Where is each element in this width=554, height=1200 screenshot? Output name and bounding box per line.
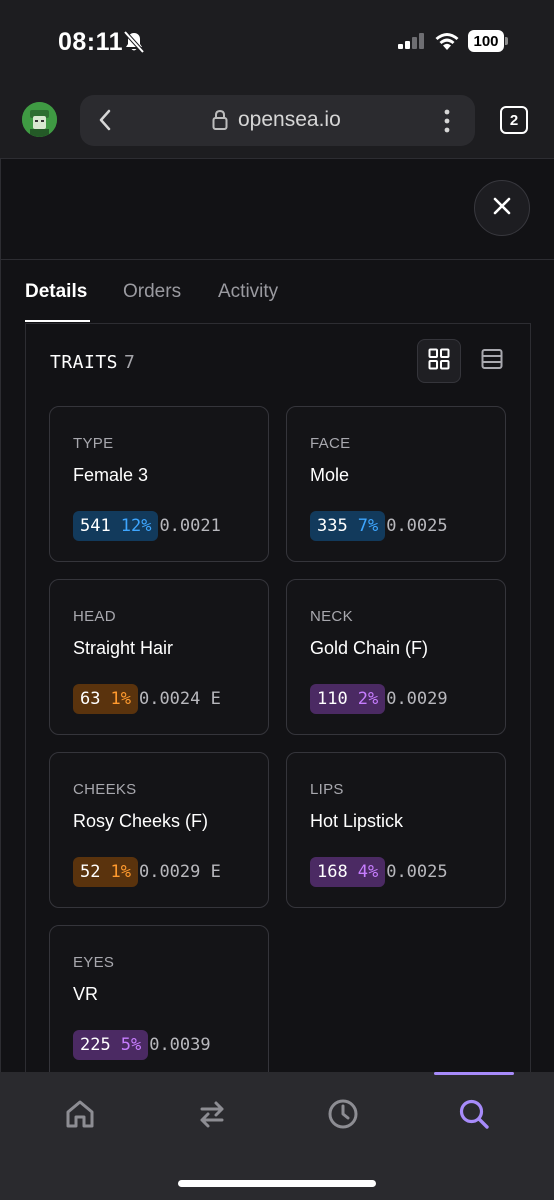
trait-card-neck[interactable]: NECK Gold Chain (F) 110 2% 0.0029 [286, 579, 506, 735]
search-icon [457, 1097, 491, 1136]
grid-icon [428, 348, 450, 375]
trait-card-eyes[interactable]: EYES VR 225 5% 0.0039 [49, 925, 269, 1072]
home-icon [63, 1097, 97, 1136]
trait-floor-price: 0.0025 [386, 862, 448, 882]
trait-percent: 4% [357, 862, 379, 882]
avatar[interactable] [22, 102, 57, 137]
trait-type-label: FACE [310, 435, 351, 452]
trait-stats: 225 5% 0.0039 [73, 1030, 211, 1060]
tab-orders[interactable]: Orders [123, 281, 181, 303]
grid-view-button[interactable] [417, 339, 461, 383]
trait-card-type[interactable]: TYPE Female 3 541 12% 0.0021 [49, 406, 269, 562]
home-indicator [178, 1180, 376, 1187]
trait-card-cheeks[interactable]: CHEEKS Rosy Cheeks (F) 52 1% 0.0029 E [49, 752, 269, 908]
wifi-icon [434, 31, 460, 56]
nav-history[interactable] [313, 1094, 373, 1138]
battery-icon: 100 [468, 30, 508, 52]
trait-type-label: EYES [73, 954, 115, 971]
nav-swap[interactable] [182, 1094, 242, 1138]
trait-count: 225 [80, 1035, 111, 1055]
list-icon [481, 348, 503, 375]
trait-count: 541 [80, 516, 111, 536]
browser-bar: opensea.io 2 [0, 86, 554, 158]
tab-activity[interactable]: Activity [218, 281, 278, 303]
close-button[interactable] [474, 180, 530, 236]
trait-value: Straight Hair [73, 638, 174, 658]
trait-percent: 2% [357, 689, 379, 709]
trait-floor-price: 0.0029 E [138, 862, 221, 882]
trait-rarity-badge: 168 4% [310, 857, 386, 887]
trait-floor-price: 0.0029 [386, 689, 448, 709]
nav-active-indicator [434, 1072, 514, 1075]
trait-floor-price: 0.0021 [159, 516, 221, 536]
trait-rarity-badge: 225 5% [73, 1030, 149, 1060]
address-bar[interactable]: opensea.io [80, 95, 475, 146]
trait-value: Rosy Cheeks (F) [73, 811, 209, 831]
tab-active-indicator [25, 320, 90, 322]
trait-type-label: NECK [310, 608, 353, 625]
trait-stats: 63 1% 0.0024 E [73, 684, 221, 714]
trait-stats: 541 12% 0.0021 [73, 511, 221, 541]
nav-search[interactable] [444, 1094, 504, 1138]
trait-type-label: LIPS [310, 781, 344, 798]
trait-card-lips[interactable]: LIPS Hot Lipstick 168 4% 0.0025 [286, 752, 506, 908]
trait-value: Gold Chain (F) [310, 638, 429, 658]
trait-percent: 1% [110, 689, 131, 709]
trait-count: 52 [80, 862, 101, 882]
trait-floor-price: 0.0024 E [138, 689, 221, 709]
trait-value: Hot Lipstick [310, 811, 404, 831]
trait-card-head[interactable]: HEAD Straight Hair 63 1% 0.0024 E [49, 579, 269, 735]
trait-type-label: TYPE [73, 435, 114, 452]
trait-rarity-badge: 52 1% [73, 857, 138, 887]
back-icon[interactable] [96, 108, 114, 137]
trait-value: VR [73, 984, 99, 1004]
lock-icon [211, 109, 229, 136]
nav-home[interactable] [50, 1094, 110, 1138]
trait-floor-price: 0.0025 [386, 516, 448, 536]
trait-stats: 110 2% 0.0029 [310, 684, 448, 714]
trait-count: 168 [317, 862, 348, 882]
trait-type-label: HEAD [73, 608, 116, 625]
traits-heading: TRAITS 7 [50, 352, 135, 373]
tab-switcher-button[interactable]: 2 [500, 106, 528, 134]
close-icon [492, 196, 512, 221]
trait-percent: 5% [120, 1035, 142, 1055]
bottom-nav [0, 1072, 554, 1200]
trait-percent: 1% [110, 862, 131, 882]
bell-muted-icon [123, 30, 145, 58]
trait-rarity-badge: 110 2% [310, 684, 386, 714]
trait-rarity-badge: 63 1% [73, 684, 138, 714]
trait-stats: 52 1% 0.0029 E [73, 857, 221, 887]
trait-count: 110 [317, 689, 348, 709]
history-icon [326, 1097, 360, 1136]
trait-percent: 12% [120, 516, 152, 536]
trait-stats: 168 4% 0.0025 [310, 857, 448, 887]
trait-count: 335 [317, 516, 348, 536]
trait-rarity-badge: 541 12% [73, 511, 159, 541]
status-bar: 08:11 100 [0, 0, 554, 86]
url-text: opensea.io [238, 108, 341, 131]
swap-icon [195, 1097, 229, 1136]
battery-level: 100 [468, 30, 504, 52]
trait-value: Female 3 [73, 465, 149, 485]
list-view-button[interactable] [470, 339, 514, 383]
trait-stats: 335 7% 0.0025 [310, 511, 448, 541]
status-time: 08:11 [58, 28, 124, 56]
tab-details[interactable]: Details [25, 281, 87, 303]
trait-count: 63 [80, 689, 101, 709]
trait-percent: 7% [357, 516, 379, 536]
trait-type-label: CHEEKS [73, 781, 137, 798]
trait-floor-price: 0.0039 [149, 1035, 211, 1055]
traits-title: TRAITS [50, 352, 119, 373]
traits-count: 7 [124, 352, 136, 373]
trait-card-face[interactable]: FACE Mole 335 7% 0.0025 [286, 406, 506, 562]
divider [1, 259, 554, 260]
trait-rarity-badge: 335 7% [310, 511, 386, 541]
traits-panel: TRAITS 7 TYPE Female 3 541 12% 0.0021 FA… [25, 323, 531, 1072]
more-options-icon[interactable] [442, 108, 452, 139]
item-modal: Details Orders Activity TRAITS 7 TYPE Fe… [0, 158, 554, 1072]
trait-value: Mole [310, 465, 350, 485]
signal-icon [398, 33, 426, 54]
